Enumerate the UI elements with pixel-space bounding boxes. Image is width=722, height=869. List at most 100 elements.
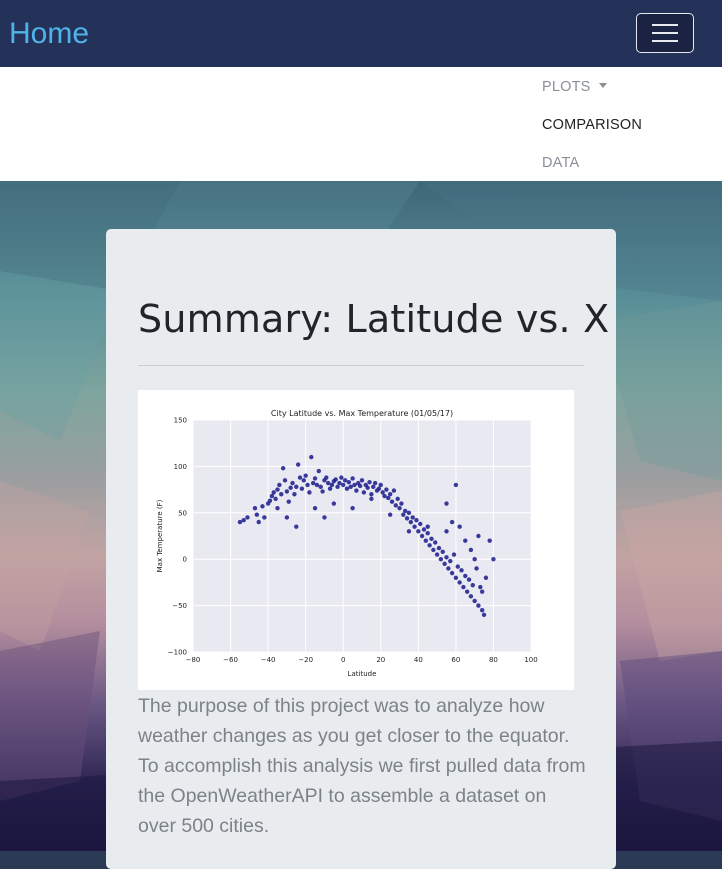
scatter-point [280,466,286,471]
scatter-point [365,485,370,490]
x-tick-label: −40 [261,656,276,664]
scatter-point [438,557,444,562]
scatter-point [476,533,481,539]
scatter-point [404,516,410,521]
scatter-point [444,529,449,534]
scatter-point [284,489,290,494]
scatter-point [461,584,466,590]
scatter-point [453,482,459,488]
scatter-point [429,536,434,541]
scatter-point [468,547,474,553]
scatter-point [491,557,496,562]
brand-link[interactable]: Home [9,14,89,54]
hamburger-line [652,24,678,26]
scatter-point [418,521,423,527]
scatter-chart: City Latitude vs. Max Temperature (01/05… [156,409,538,678]
scatter-point [275,487,280,492]
scatter-point [449,570,455,576]
scatter-point [297,475,303,480]
scatter-point [348,484,353,490]
y-tick-label: 50 [178,509,187,517]
scatter-point [468,594,474,599]
scatter-point [256,519,261,525]
scatter-point [378,482,383,488]
scatter-point [414,518,419,523]
navbar: Home [0,0,722,67]
scatter-point [472,557,477,562]
scatter-point [421,527,427,532]
scatter-point [367,479,372,485]
scatter-point [425,524,430,529]
y-tick-label: −100 [168,649,187,657]
nav-item-data[interactable]: DATA [542,155,579,171]
x-tick-label: 80 [489,656,498,664]
scatter-point [434,552,440,557]
scatter-point [346,479,352,485]
scatter-point [309,454,314,460]
chart-title: City Latitude vs. Max Temperature (01/05… [271,409,453,418]
scatter-point [352,482,357,488]
scatter-point [286,499,291,504]
scatter-point [288,485,293,490]
scatter-point [389,499,395,504]
scatter-point [305,482,310,488]
scatter-point [423,538,429,543]
scatter-point [361,490,367,495]
scatter-point [282,478,288,483]
scatter-point [314,482,320,488]
scatter-point [466,577,472,582]
scatter-point [402,508,408,514]
scatter-point [442,561,447,567]
x-tick-label: 60 [451,656,460,664]
page-title: Summary: Latitude vs. X [138,297,610,341]
x-tick-label: 0 [341,656,345,664]
scatter-point [303,473,308,478]
scatter-point [391,488,397,493]
x-tick-label: −20 [298,656,313,664]
scatter-point [483,575,489,580]
scatter-point [384,487,389,492]
x-tick-label: −60 [223,656,238,664]
scatter-point [463,573,468,579]
scatter-point [267,498,273,503]
scatter-point [431,547,436,553]
nav-item-comparison[interactable]: COMPARISON [542,117,642,133]
y-tick-label: 0 [183,556,187,564]
scatter-point [459,568,464,573]
scatter-point [344,486,350,491]
scatter-point [481,612,487,618]
nav-item-plots[interactable]: PLOTS [542,79,607,95]
hamburger-icon[interactable] [636,13,694,53]
scatter-point [479,608,485,613]
scatter-point [397,505,402,511]
scatter-point [470,582,475,588]
y-tick-label: −50 [172,602,187,610]
scatter-point [260,504,265,509]
scatter-point [254,512,260,517]
scatter-point [331,501,337,506]
scatter-point [444,555,449,560]
scatter-point [299,486,305,491]
scatter-point [350,505,355,511]
scatter-point [372,480,378,486]
scatter-point [451,552,457,557]
scatter-point [307,490,312,495]
x-tick-label: 20 [376,656,385,664]
x-tick-label: 40 [414,656,423,664]
scatter-point [262,515,267,520]
x-tick-label: −80 [186,656,201,664]
nav-item-label: DATA [542,155,580,171]
scatter-point [333,477,338,482]
scatter-point [464,589,470,594]
scatter-point [408,519,414,525]
scatter-point [245,515,250,520]
scatter-point [419,533,425,539]
scatter-point [399,501,404,506]
scatter-point [342,478,348,483]
scatter-point [271,490,276,495]
y-tick-label: 150 [174,417,187,425]
scatter-point [295,462,301,467]
scatter-point [326,480,331,486]
scatter-point [412,524,417,529]
scatter-point [406,529,412,534]
